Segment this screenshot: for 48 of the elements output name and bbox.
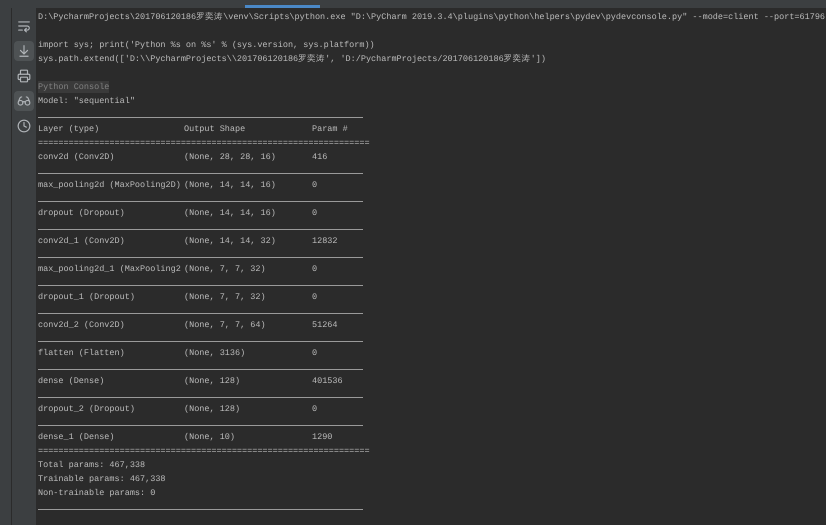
table-cell-text: (None, 7, 7, 64) <box>184 319 267 332</box>
table-cell-text: (None, 14, 14, 16) <box>184 207 277 220</box>
table-cell-text: dense (Dense) <box>38 375 106 388</box>
table-cell-text: (None, 28, 28, 16) <box>184 151 277 164</box>
code-line: import sys; print('Python %s on %s' % (sys.version, sys.platform)) <box>38 39 376 52</box>
output-line: Total params: 467,338 <box>38 459 146 472</box>
output-line: Trainable params: 467,338 <box>38 473 167 486</box>
table-cell-text: 0 <box>312 347 318 360</box>
table-cell-text: max_pooling2d (MaxPooling2D) <box>38 179 182 192</box>
table-cell-text: 0 <box>312 179 318 192</box>
table-cell-text: dropout_2 (Dropout) <box>38 403 136 416</box>
code-line: sys.path.extend(['D:\\PycharmProjects\\201706120186罗奕涛', 'D:/PycharmProjects/201706120186罗奕涛']) <box>38 53 547 66</box>
table-cell-text: (None, 10) <box>184 431 236 444</box>
table-cell-text: conv2d_1 (Conv2D) <box>38 235 126 248</box>
table-cell-text: flatten (Flatten) <box>38 347 126 360</box>
column-header: Output Shape <box>184 123 246 136</box>
table-cell-text: max_pooling2d_1 (MaxPooling2 <box>38 263 182 276</box>
table-cell-text: 12832 <box>312 235 339 248</box>
table-cell-text: (None, 14, 14, 32) <box>184 235 277 248</box>
table-cell-text: 0 <box>312 263 318 276</box>
table-cell-text: dropout (Dropout) <box>38 207 126 220</box>
separator-line: ================================================================= <box>38 137 371 150</box>
table-cell-text: dropout_1 (Dropout) <box>38 291 136 304</box>
table-cell-text: (None, 128) <box>184 403 242 416</box>
table-cell-text: dense_1 (Dense) <box>38 431 116 444</box>
glasses-icon[interactable] <box>14 91 34 111</box>
table-cell-text: conv2d (Conv2D) <box>38 151 116 164</box>
column-header: Param # <box>312 123 349 136</box>
command-line: D:\PycharmProjects\201706120186罗奕涛\venv\Scripts\python.exe "D:\PyCharm 2019.3.4\plugins\python\helpers\pydev\pydevconsole.py" --mode=client --port=61796 <box>38 11 826 24</box>
console-banner: Python Console <box>38 81 110 93</box>
table-cell-text: 401536 <box>312 375 344 388</box>
output-line: Model: "sequential" <box>38 95 136 108</box>
column-header: Layer (type) <box>38 123 100 136</box>
table-cell-text: (None, 14, 14, 16) <box>184 179 277 192</box>
table-cell-text: (None, 3136) <box>184 347 246 360</box>
table-cell-text: 416 <box>312 151 328 164</box>
table-cell-text: 0 <box>312 291 318 304</box>
table-cell-text: 0 <box>312 403 318 416</box>
separator-line: ================================================================= <box>38 445 371 458</box>
table-cell-text: (None, 7, 7, 32) <box>184 263 267 276</box>
table-cell-text: 0 <box>312 207 318 220</box>
table-cell-text: conv2d_2 (Conv2D) <box>38 319 126 332</box>
table-cell-text: 51264 <box>312 319 339 332</box>
table-cell-text: 1290 <box>312 431 334 444</box>
scroll-to-end-icon[interactable] <box>14 41 34 61</box>
output-line: Non-trainable params: 0 <box>38 487 156 500</box>
table-cell-text: (None, 128) <box>184 375 242 388</box>
table-cell-text: (None, 7, 7, 32) <box>184 291 267 304</box>
